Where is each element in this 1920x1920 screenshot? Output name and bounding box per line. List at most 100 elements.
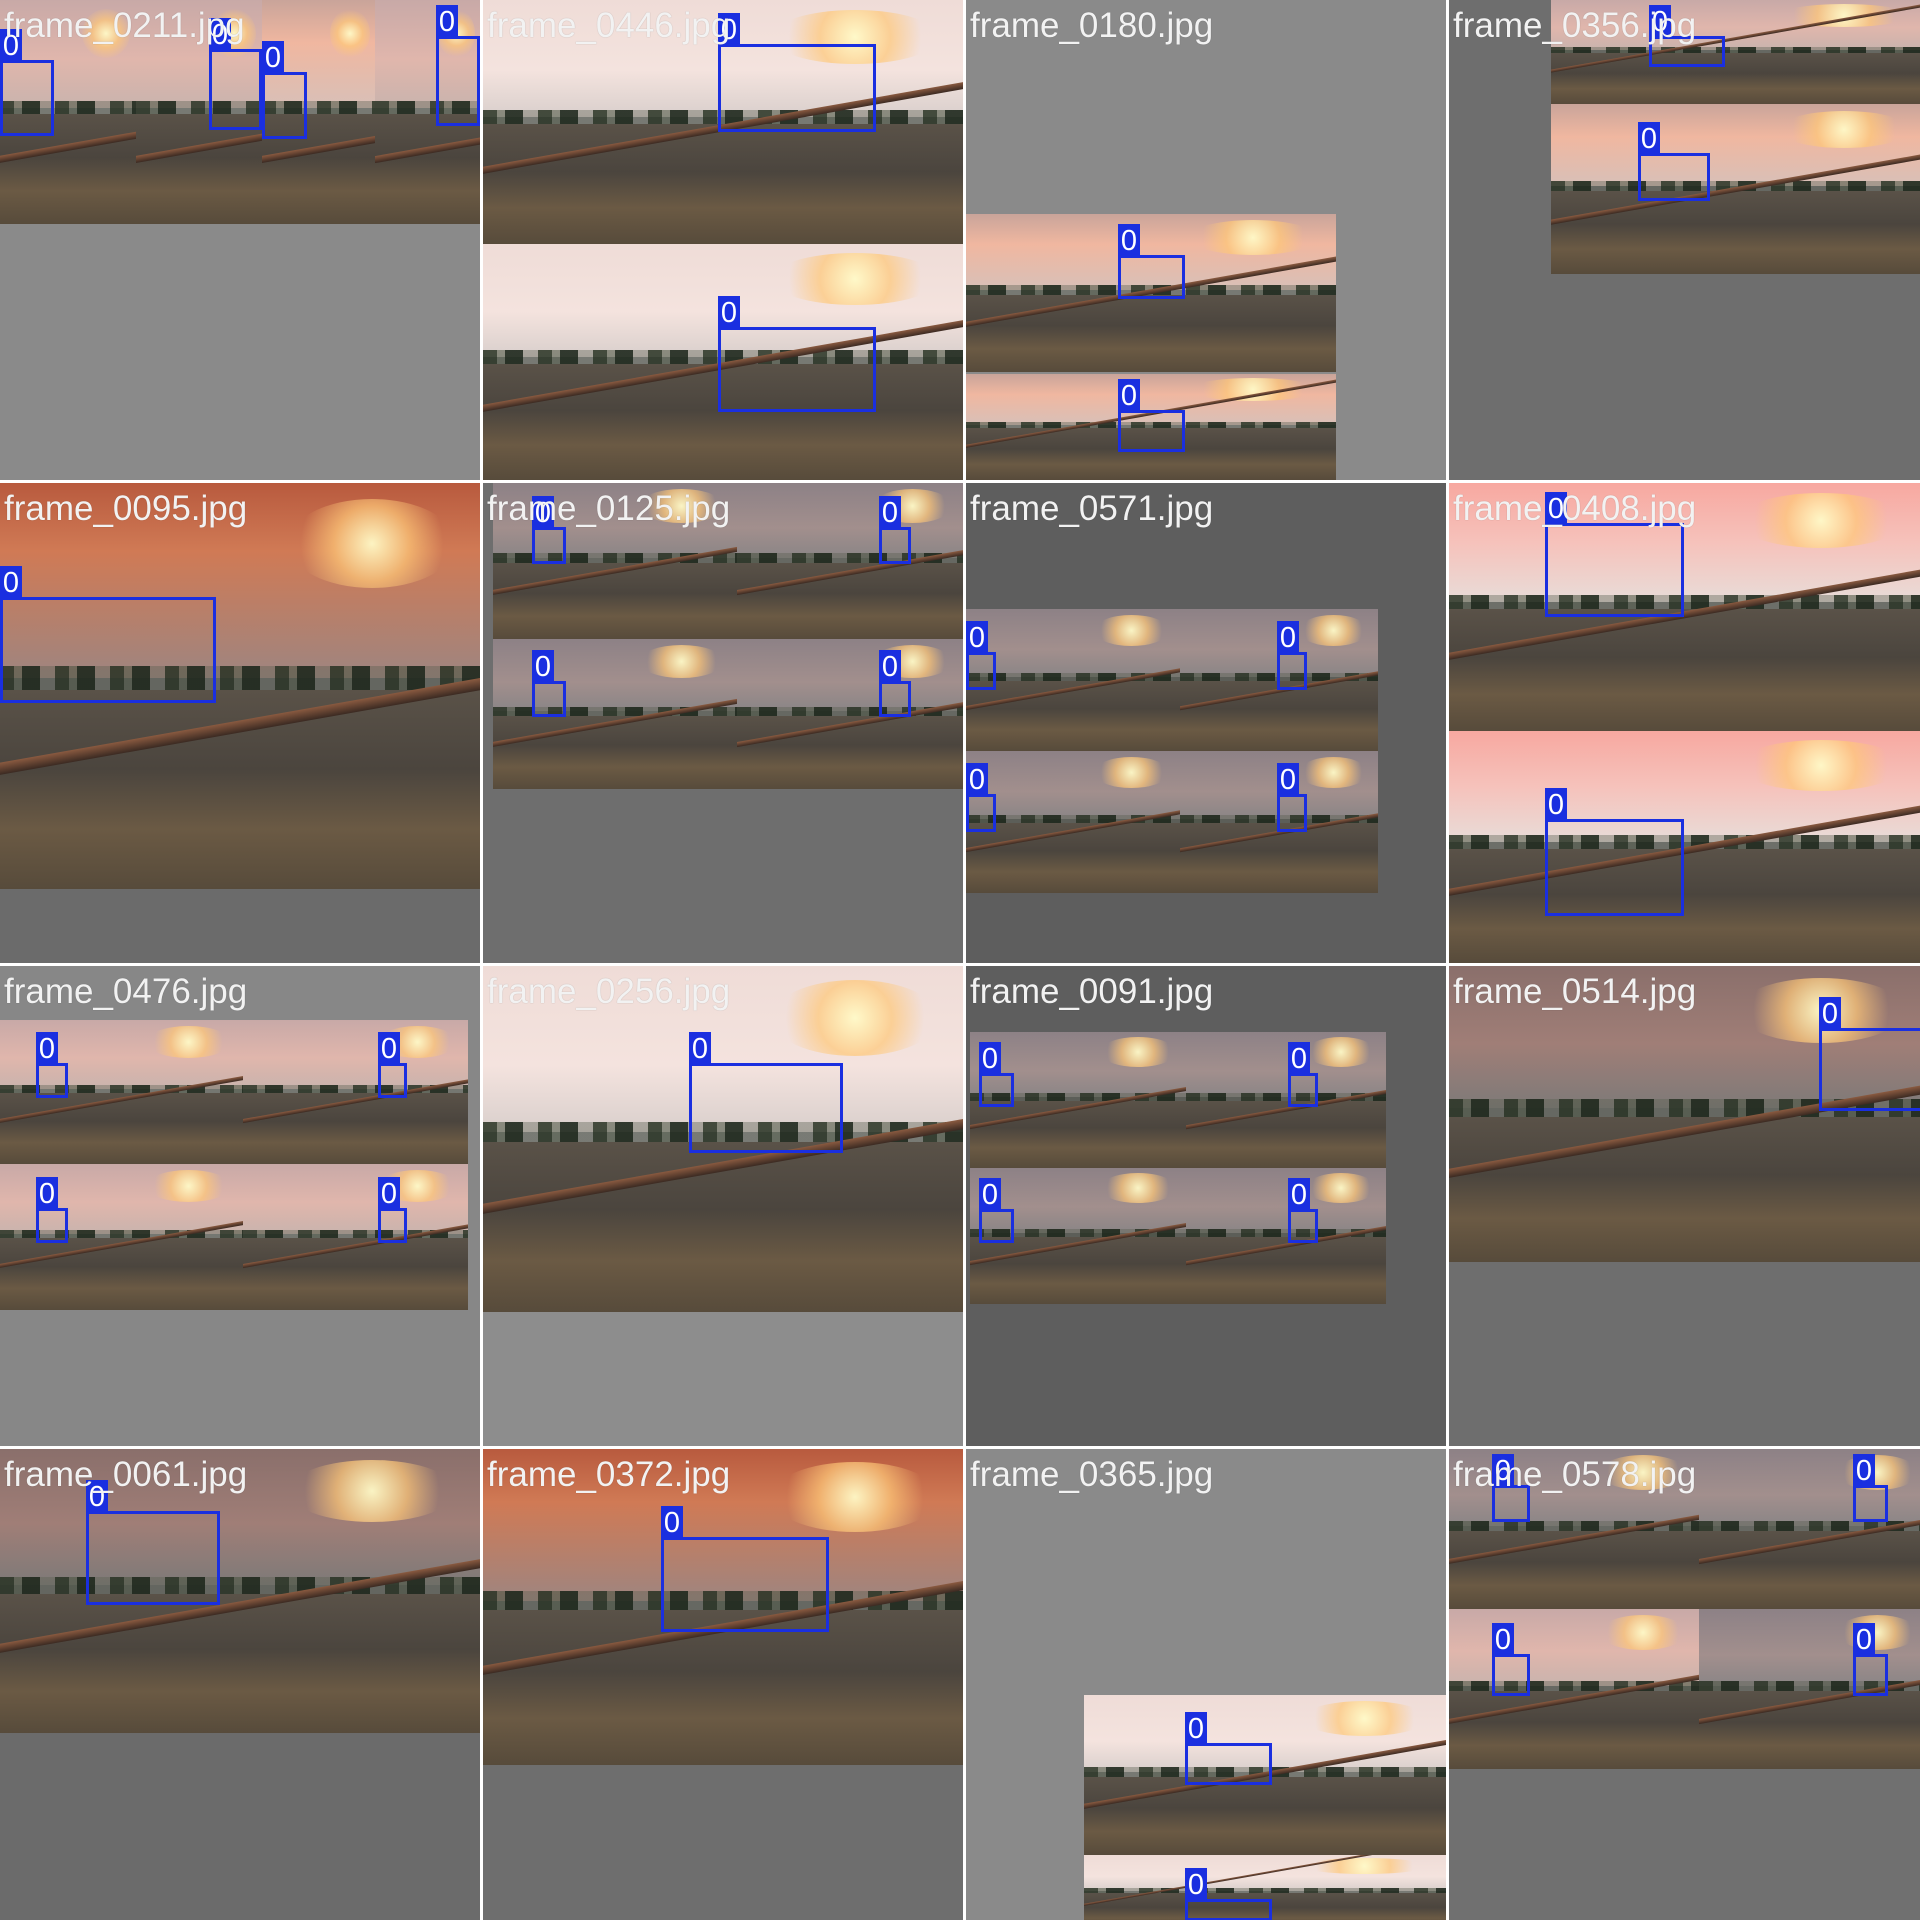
detection-box: 0: [436, 5, 480, 126]
ground-region: [0, 1593, 480, 1733]
ground-region: [493, 562, 737, 639]
detection-box: 0: [1277, 621, 1307, 690]
detection-box: 0: [0, 29, 54, 136]
sun-glow: [1100, 1173, 1176, 1203]
detection-box: 0: [1288, 1178, 1318, 1243]
mosaic-photo: 0: [483, 1449, 963, 1765]
class-label: 0: [1185, 1712, 1207, 1746]
filename-label: frame_0061.jpg: [4, 1455, 248, 1494]
class-label: 0: [1819, 997, 1841, 1031]
detection-box: 0: [689, 1032, 843, 1153]
class-label: 0: [532, 650, 554, 684]
filename-label: frame_0514.jpg: [1453, 972, 1697, 1011]
sun-glow: [1778, 111, 1910, 148]
ground-region: [966, 823, 1180, 893]
sun-glow: [1778, 4, 1910, 27]
mosaic-photo: 0: [1084, 1695, 1446, 1855]
filename-label: frame_0365.jpg: [970, 1455, 1214, 1494]
detection-box: 0: [1185, 1712, 1272, 1785]
class-label: 0: [1118, 224, 1140, 258]
sun-glow: [1094, 757, 1169, 788]
sun-glow: [1837, 1615, 1918, 1650]
detection-box: 0: [1853, 1454, 1888, 1522]
ground-region: [1449, 1116, 1920, 1262]
filename-label: frame_0476.jpg: [4, 972, 248, 1011]
mosaic-photo: 0: [1084, 1855, 1446, 1920]
detection-box: 0: [532, 650, 566, 717]
mosaic-photo: 0: [1551, 104, 1920, 274]
detection-box: 0: [0, 566, 216, 703]
mosaic-tile: 0 0 frame_0408.jpg: [1449, 483, 1920, 963]
class-label: 0: [1277, 621, 1299, 655]
mosaic-tile: 0 0 frame_0446.jpg: [483, 0, 963, 480]
mosaic-photo: 0: [0, 1164, 243, 1310]
sun-glow: [1299, 615, 1368, 646]
ground-region: [243, 1093, 468, 1164]
class-label: 0: [1185, 1868, 1207, 1902]
detection-box: 0: [1118, 379, 1185, 452]
class-label: 0: [262, 41, 284, 75]
mosaic-photo: 0: [1186, 1168, 1386, 1304]
sun-glow: [146, 1170, 231, 1202]
ground-region: [1449, 1690, 1699, 1769]
mosaic-photo: 0: [970, 1032, 1186, 1168]
mosaic-photo: 0: [737, 483, 963, 639]
mosaic-photo: 0: [966, 214, 1336, 372]
filename-label: frame_0256.jpg: [487, 972, 731, 1011]
sun-glow: [639, 645, 724, 678]
sun-glow: [1188, 378, 1318, 401]
mosaic-photo: 0: [243, 1164, 468, 1310]
detection-box: 0: [979, 1042, 1014, 1107]
detection-box: 0: [966, 763, 996, 832]
class-label: 0: [718, 296, 740, 330]
detection-box: 0: [209, 18, 262, 130]
ground-region: [1449, 849, 1920, 963]
detection-box: 0: [378, 1032, 407, 1098]
filename-label: frame_0408.jpg: [1453, 489, 1697, 528]
class-label: 0: [1118, 379, 1140, 413]
mosaic-tile: 0 frame_0095.jpg: [0, 483, 480, 963]
ground-region: [0, 1238, 243, 1310]
class-label: 0: [1288, 1178, 1310, 1212]
detection-box: 0: [36, 1177, 68, 1243]
mosaic-photo: 0: [1180, 609, 1378, 751]
sun-glow: [1599, 1615, 1687, 1650]
mosaic-photo: 0: [0, 1020, 243, 1164]
filename-label: frame_0211.jpg: [4, 6, 245, 45]
ground-region: [1551, 190, 1920, 274]
detection-box: 0: [378, 1177, 407, 1243]
mosaic-photo: 0: [0, 483, 480, 889]
filename-label: frame_0446.jpg: [487, 6, 731, 45]
class-label: 0: [966, 763, 988, 797]
mosaic-photo: 0: [243, 1020, 468, 1164]
class-label: 0: [1492, 1623, 1514, 1657]
mosaic-photo: 0: [1186, 1032, 1386, 1168]
detection-box: 0: [661, 1506, 829, 1632]
mosaic-tile: 0 0 0 0 frame_0571.jpg: [966, 483, 1446, 963]
class-label: 0: [1853, 1623, 1875, 1657]
class-label: 0: [1277, 763, 1299, 797]
sun-glow: [1188, 220, 1318, 255]
class-label: 0: [436, 5, 458, 39]
mosaic-tile: 0 0 0 0 frame_0476.jpg: [0, 966, 480, 1446]
sun-glow: [771, 253, 939, 305]
detection-box: 0: [36, 1032, 68, 1098]
filename-label: frame_0091.jpg: [970, 972, 1214, 1011]
class-label: 0: [1545, 788, 1567, 822]
filename-label: frame_0578.jpg: [1453, 1455, 1697, 1494]
class-label: 0: [879, 496, 901, 530]
sun-glow: [1301, 1858, 1428, 1874]
detection-box: 0: [1638, 122, 1710, 201]
ground-region: [0, 1093, 243, 1164]
mosaic-tile: 0 0 0 0 frame_0125.jpg: [483, 483, 963, 963]
mosaic-photo: 0: [1180, 751, 1378, 893]
ground-region: [243, 1238, 468, 1310]
sun-glow: [1737, 740, 1905, 791]
sun-glow: [1094, 615, 1169, 646]
mosaic-photo: 0: [493, 639, 737, 789]
mosaic-tile: 0 0 0 0 frame_0578.jpg: [1449, 1449, 1920, 1920]
sun-glow: [771, 1462, 939, 1532]
mosaic-photo: 0: [966, 609, 1180, 751]
mosaic-tile: 0 0 frame_0365.jpg: [966, 1449, 1446, 1920]
detection-box: 0: [1545, 492, 1684, 617]
